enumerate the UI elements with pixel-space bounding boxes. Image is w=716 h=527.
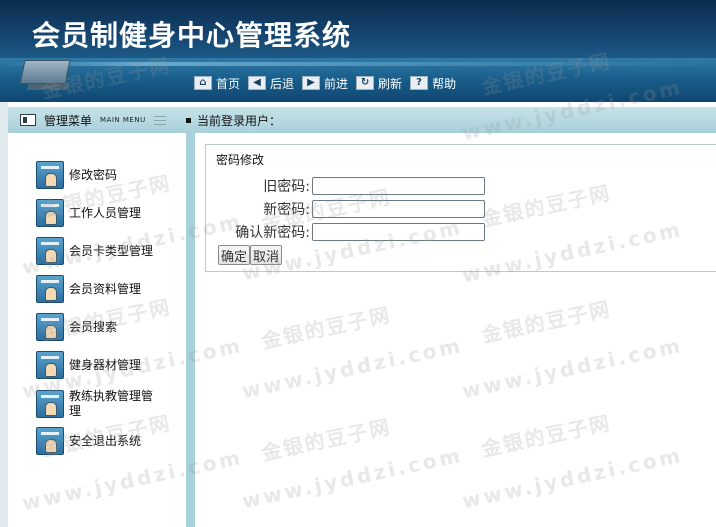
- sidebar-item-card-types[interactable]: 会员卡类型管理: [36, 237, 161, 265]
- sidebar-item-member-search[interactable]: 会员搜索: [36, 313, 161, 341]
- forward-arrow-icon: ▶: [302, 76, 321, 90]
- back-button[interactable]: ◀ 后退: [248, 75, 294, 92]
- sidebar-item-label: 工作人员管理: [69, 205, 142, 220]
- home-button[interactable]: ⌂ 首页: [194, 75, 240, 92]
- refresh-button[interactable]: ↻ 刷新: [356, 75, 402, 92]
- user-icon: [36, 161, 64, 189]
- confirm-button[interactable]: 确定: [218, 245, 251, 265]
- refresh-icon: ↻: [356, 76, 375, 90]
- help-button[interactable]: ? 帮助: [410, 75, 456, 92]
- panel-title: 密码修改: [216, 153, 265, 167]
- sidebar-item-change-password[interactable]: 修改密码: [36, 161, 161, 189]
- old-password-row: 旧密码:: [214, 176, 485, 196]
- user-icon: [36, 313, 64, 341]
- sidebar-item-label: 安全退出系统: [69, 433, 142, 448]
- cancel-button[interactable]: 取消: [250, 245, 283, 265]
- sidebar-item-coaching[interactable]: 教练执教管理管理: [36, 389, 161, 419]
- sidebar-item-label: 教练执教管理管理: [69, 389, 154, 418]
- user-icon: [36, 351, 64, 379]
- sidebar-item-equipment[interactable]: 健身器材管理: [36, 351, 161, 379]
- sidebar-item-staff[interactable]: 工作人员管理: [36, 199, 161, 227]
- home-label: 首页: [216, 76, 241, 91]
- menu-panel-icon: [20, 114, 36, 126]
- back-arrow-icon: ◀: [248, 76, 267, 90]
- new-password-row: 新密码:: [214, 199, 485, 219]
- password-panel: 密码修改 旧密码: 新密码: 确认新密码: 确定 取消: [205, 144, 716, 272]
- forward-label: 前进: [324, 76, 349, 91]
- bullet-icon: [186, 117, 191, 123]
- confirm-password-row: 确认新密码:: [214, 222, 485, 242]
- menu-lines-icon: [153, 115, 166, 125]
- confirm-password-label: 确认新密码:: [235, 225, 310, 241]
- app-title: 会员制健身中心管理系统: [32, 19, 352, 52]
- sidebar-item-members[interactable]: 会员资料管理: [36, 275, 161, 303]
- main-content: 密码修改 旧密码: 新密码: 确认新密码: 确定 取消: [195, 133, 716, 527]
- user-icon: [36, 199, 64, 227]
- menu-header: 管理菜单 MAIN MENU: [8, 107, 186, 133]
- user-icon: [36, 237, 64, 265]
- form-actions: 确定 取消: [218, 245, 283, 265]
- current-user-label: 当前登录用户：: [197, 113, 282, 128]
- help-label: 帮助: [432, 76, 457, 91]
- user-icon: [36, 275, 64, 303]
- status-bar: 当前登录用户：: [186, 107, 716, 133]
- new-password-input[interactable]: [312, 200, 485, 218]
- sidebar: 修改密码 工作人员管理 会员卡类型管理 会员资料管理 会员搜索 健身器材管理 教…: [8, 133, 186, 527]
- new-password-label: 新密码:: [263, 202, 310, 218]
- sidebar-item-label: 会员搜索: [69, 319, 118, 334]
- confirm-password-input[interactable]: [312, 223, 485, 241]
- old-password-input[interactable]: [312, 177, 485, 195]
- header-banner: 会员制健身中心管理系统 ⌂ 首页 ◀ 后退 ▶ 前进 ↻ 刷新 ? 帮助: [0, 0, 716, 102]
- menu-subtitle: MAIN MENU: [100, 116, 146, 124]
- refresh-label: 刷新: [378, 76, 403, 91]
- back-label: 后退: [270, 76, 295, 91]
- menu-title: 管理菜单: [44, 113, 93, 128]
- sidebar-divider: [186, 133, 195, 527]
- monitor-icon: [19, 60, 71, 84]
- user-icon: [36, 390, 64, 418]
- sidebar-item-label: 会员资料管理: [69, 281, 142, 296]
- monitor-base-icon: [26, 84, 70, 90]
- sidebar-item-label: 修改密码: [69, 167, 118, 182]
- sidebar-item-logout[interactable]: 安全退出系统: [36, 427, 161, 455]
- sidebar-item-label: 会员卡类型管理: [69, 243, 154, 258]
- help-icon: ?: [410, 76, 429, 90]
- forward-button[interactable]: ▶ 前进: [302, 75, 348, 92]
- user-icon: [36, 427, 64, 455]
- nav-toolbar: ⌂ 首页 ◀ 后退 ▶ 前进 ↻ 刷新 ? 帮助: [194, 74, 464, 92]
- banner-shine: [0, 62, 716, 66]
- sidebar-item-label: 健身器材管理: [69, 357, 142, 372]
- old-password-label: 旧密码:: [263, 179, 310, 195]
- home-icon: ⌂: [194, 76, 212, 90]
- left-frame-edge: [0, 102, 8, 527]
